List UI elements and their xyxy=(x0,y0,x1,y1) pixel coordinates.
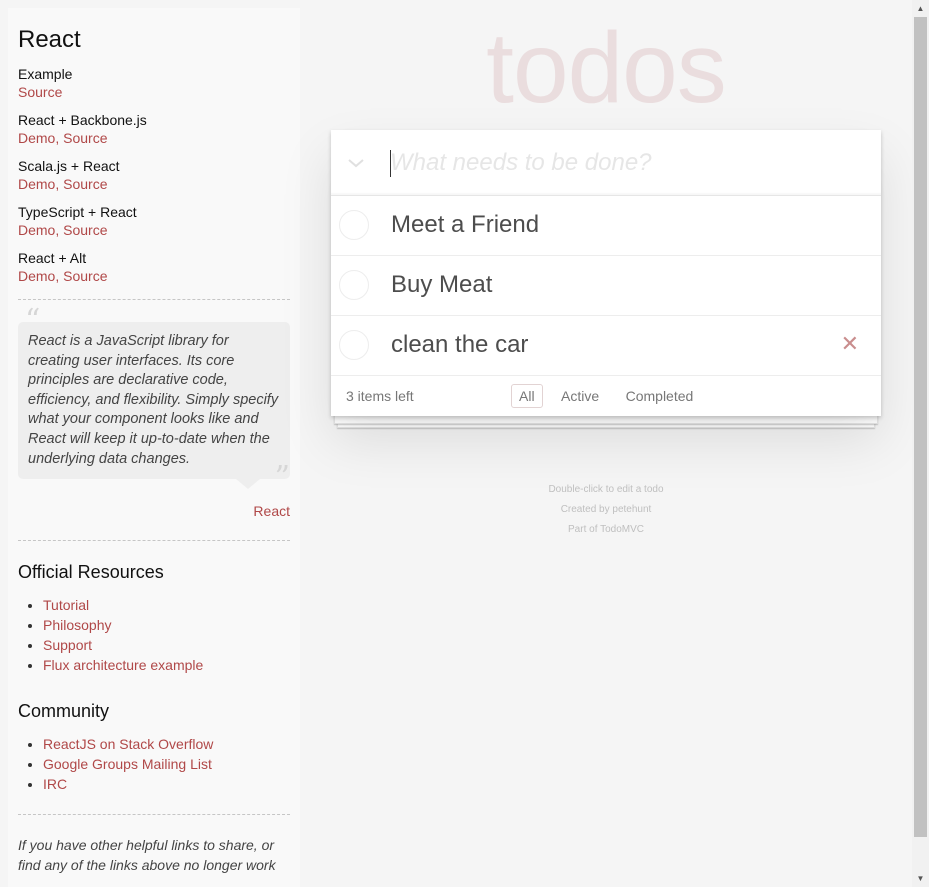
todo-label: clean the car xyxy=(391,331,529,358)
app-title: todos xyxy=(486,12,727,124)
resource-link-tutorial[interactable]: Tutorial xyxy=(43,597,89,613)
example-item: TypeScript + React Demo, Source xyxy=(18,203,290,239)
scroll-thumb[interactable] xyxy=(914,17,927,837)
example-item: React + Backbone.js Demo, Source xyxy=(18,111,290,147)
resource-link-philosophy[interactable]: Philosophy xyxy=(43,617,112,633)
official-resources-list: Tutorial Philosophy Support Flux archite… xyxy=(18,595,290,675)
official-resources-heading: Official Resources xyxy=(18,562,164,583)
todo-label: Meet a Friend xyxy=(391,211,540,238)
todo-app: Meet a Friend Buy Meat clean the car ✕ 3… xyxy=(331,130,881,416)
community-link-irc[interactable]: IRC xyxy=(43,776,67,792)
info-footer: Double-click to edit a todo Created by p… xyxy=(331,480,881,540)
close-icon[interactable]: ✕ xyxy=(841,329,859,359)
chevron-down-icon[interactable] xyxy=(345,152,367,174)
chevron-down-icon-svg xyxy=(348,159,364,168)
scrollbar[interactable]: ▲ ▼ xyxy=(912,0,929,887)
scroll-down-arrow-icon[interactable]: ▼ xyxy=(912,870,929,887)
resource-link-support[interactable]: Support xyxy=(43,637,92,653)
list-item: Tutorial xyxy=(43,595,290,615)
example-links[interactable]: Demo, Source xyxy=(18,222,107,238)
community-link-google-groups[interactable]: Google Groups Mailing List xyxy=(43,756,212,772)
sidebar-footer-text: If you have other helpful links to share… xyxy=(18,837,276,874)
list-item: Philosophy xyxy=(43,615,290,635)
list-item: IRC xyxy=(43,774,290,794)
filters: All Active Completed xyxy=(511,384,707,408)
sidebar: React Example Source React + Backbone.js… xyxy=(8,8,300,887)
new-todo-input[interactable] xyxy=(390,148,860,178)
sidebar-title: React xyxy=(18,26,81,53)
example-title: Example xyxy=(18,66,73,82)
info-line: Double-click to edit a todo xyxy=(548,484,664,495)
new-todo-row xyxy=(331,130,881,196)
todo-item[interactable]: Buy Meat xyxy=(331,256,881,316)
divider xyxy=(18,814,290,816)
community-list: ReactJS on Stack Overflow Google Groups … xyxy=(18,734,290,794)
example-item: React + Alt Demo, Source xyxy=(18,249,290,285)
community-heading: Community xyxy=(18,701,110,722)
todo-footer: 3 items left All Active Completed xyxy=(331,376,881,416)
info-line: Part of TodoMVC xyxy=(568,524,644,535)
example-title: React + Alt xyxy=(18,250,87,266)
list-item: Google Groups Mailing List xyxy=(43,754,290,774)
quote-text: React is a JavaScript library for creati… xyxy=(18,322,290,490)
items-left-count: 3 items left xyxy=(346,388,414,404)
example-title: TypeScript + React xyxy=(18,204,137,220)
todo-toggle-checkbox[interactable] xyxy=(339,330,369,360)
example-links[interactable]: Demo, Source xyxy=(18,176,107,192)
examples-list: Example Source React + Backbone.js Demo,… xyxy=(18,65,290,285)
quote-attribution-row: React xyxy=(18,503,290,521)
quote-body: React is a JavaScript library for creati… xyxy=(28,333,279,467)
info-line: Created by petehunt xyxy=(560,504,652,515)
todo-toggle-checkbox[interactable] xyxy=(339,270,369,300)
filter-active[interactable]: Active xyxy=(553,384,607,408)
community-section: Community ReactJS on Stack Overflow Goog… xyxy=(18,701,290,794)
divider xyxy=(18,299,290,300)
divider xyxy=(18,540,290,542)
quote-attribution-link[interactable]: React xyxy=(253,503,290,519)
example-links[interactable]: Demo, Source xyxy=(18,130,107,146)
quote-block: “ React is a JavaScript library for crea… xyxy=(18,306,290,493)
official-resources-section: Official Resources Tutorial Philosophy S… xyxy=(18,562,290,675)
close-quote-icon: ” xyxy=(274,460,290,496)
todo-label: Buy Meat xyxy=(391,271,493,298)
quote-tail xyxy=(236,479,260,490)
text-caret xyxy=(390,150,391,177)
scroll-up-arrow-icon[interactable]: ▲ xyxy=(912,0,929,17)
community-link-stackoverflow[interactable]: ReactJS on Stack Overflow xyxy=(43,736,213,752)
example-item: Example Source xyxy=(18,65,290,101)
todo-item[interactable]: Meet a Friend xyxy=(331,196,881,256)
filter-completed[interactable]: Completed xyxy=(618,384,702,408)
example-links[interactable]: Demo, Source xyxy=(18,268,107,284)
example-item: Scala.js + React Demo, Source xyxy=(18,157,290,193)
list-item: Flux architecture example xyxy=(43,655,290,675)
resource-link-flux[interactable]: Flux architecture example xyxy=(43,657,203,673)
todo-toggle-checkbox[interactable] xyxy=(339,210,369,240)
todo-item[interactable]: clean the car ✕ xyxy=(331,316,881,376)
example-title: Scala.js + React xyxy=(18,158,120,174)
list-item: Support xyxy=(43,635,290,655)
example-title: React + Backbone.js xyxy=(18,112,147,128)
example-links[interactable]: Source xyxy=(18,84,62,100)
filter-all[interactable]: All xyxy=(511,384,543,408)
list-item: ReactJS on Stack Overflow xyxy=(43,734,290,754)
